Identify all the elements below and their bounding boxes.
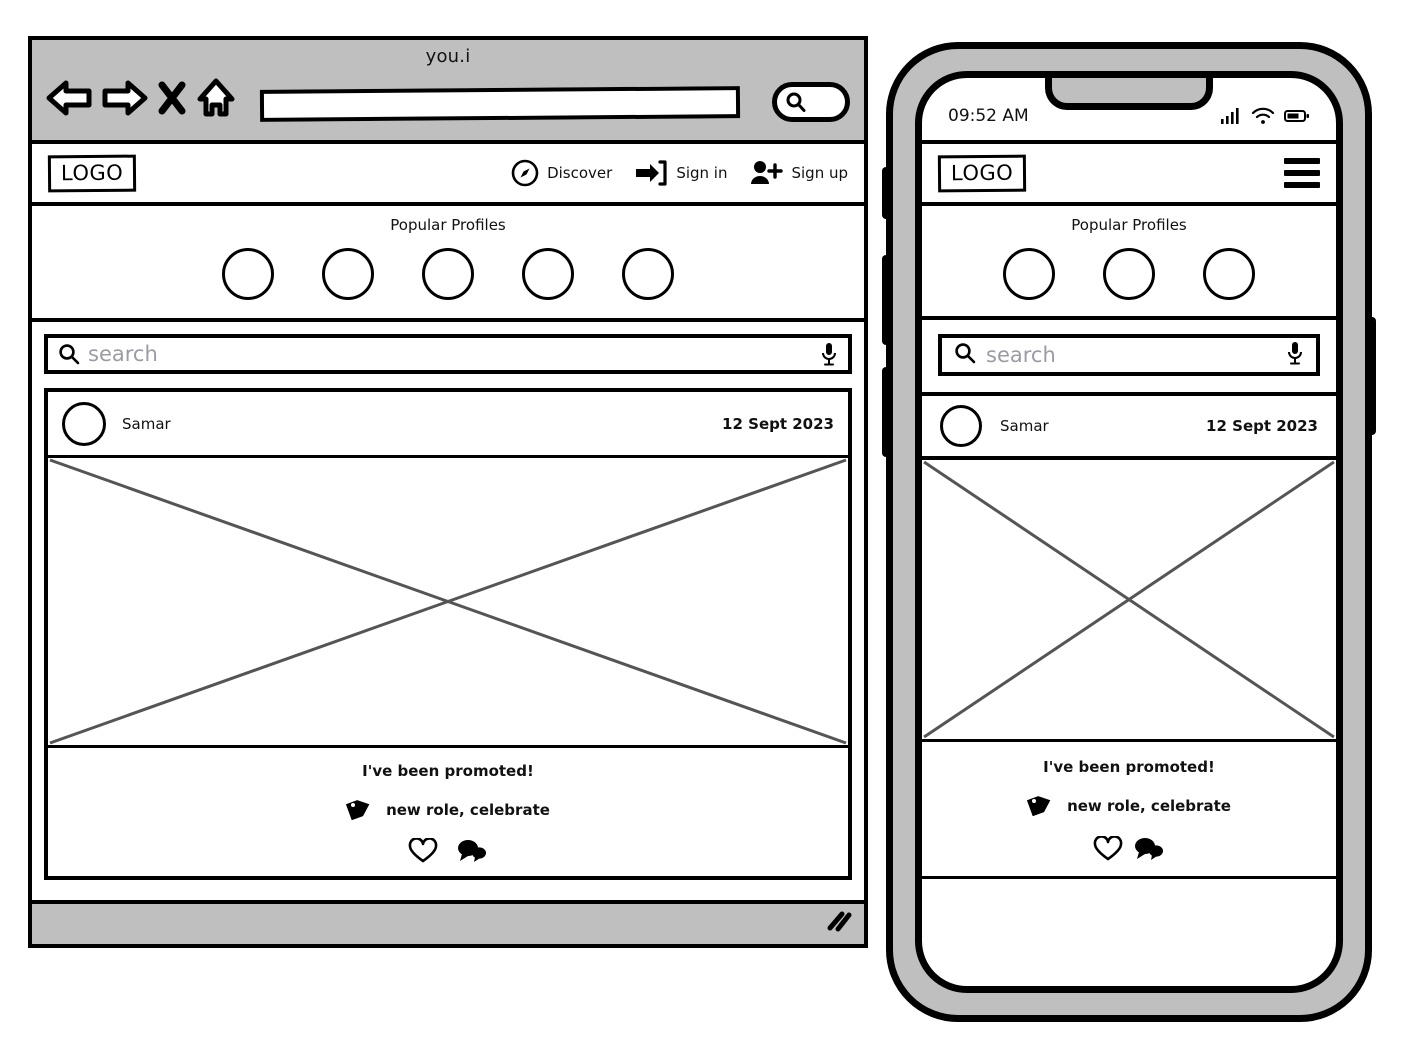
popular-profiles-title: Popular Profiles [1071,216,1187,234]
site-header: LOGO Discover Sign in Sign up [32,144,864,206]
mobile-screen: 09:52 AM LOGO Popular Profiles search Sa… [915,71,1343,993]
browser-footer [32,900,864,944]
resize-grip-icon[interactable] [824,908,854,938]
close-x-icon[interactable] [158,80,186,116]
wireframe-canvas: you.i LOGO Discover Sign in Sign up Popu… [0,0,1402,1064]
avatar[interactable] [1103,248,1155,300]
notch [1045,78,1213,110]
window-title: you.i [425,46,471,67]
search-placeholder: search [88,342,158,366]
mobile-header: LOGO [922,140,1336,206]
hamburger-menu-icon[interactable] [1284,158,1320,188]
post-tags: new role, celebrate [922,792,1336,820]
search-placeholder: search [986,343,1056,367]
avatar[interactable] [422,248,474,300]
go-search-button[interactable] [772,82,850,122]
avatar[interactable] [622,248,674,300]
mobile-device-frame: 09:52 AM LOGO Popular Profiles search Sa… [882,42,1376,1022]
logo[interactable]: LOGO [937,154,1027,192]
nav-label-sign-in: Sign in [676,164,728,182]
person-add-icon [749,159,784,187]
nav-label-sign-up: Sign up [791,164,848,182]
comment-bubbles-icon[interactable] [1133,836,1165,866]
post-tag-list: new role, celebrate [386,801,550,819]
back-arrow-icon[interactable] [46,79,92,117]
volume-up-button[interactable] [882,255,893,345]
post-header: Samar 12 Sept 2023 [48,392,848,458]
post-author: Samar [1000,417,1049,435]
compass-icon [511,159,539,187]
home-icon[interactable] [196,78,236,118]
post-body: I've been promoted! new role, celebrate [48,748,848,876]
post-caption: I've been promoted! [362,762,534,780]
volume-down-button[interactable] [882,367,893,457]
power-button[interactable] [1365,317,1376,435]
post-actions [922,835,1336,866]
wifi-icon [1251,107,1275,125]
comment-bubbles-icon[interactable] [456,838,488,864]
post-date: 12 Sept 2023 [1206,417,1318,435]
post-body: I've been promoted! new role, celebrate [922,742,1336,879]
popular-profiles-avatars [922,248,1336,300]
post-tags: new role, celebrate [48,796,848,824]
avatar[interactable] [222,248,274,300]
hamburger-bar [1284,158,1320,164]
hamburger-bar [1284,182,1320,188]
search-icon [58,343,80,365]
tag-icon [1026,792,1053,820]
logo[interactable]: LOGO [47,154,137,192]
avatar[interactable] [1203,248,1255,300]
browser-toolbar: you.i [32,40,864,144]
avatar[interactable] [940,405,982,447]
popular-profiles-title: Popular Profiles [390,216,506,234]
avatar[interactable] [1003,248,1055,300]
search-icon [785,91,807,113]
status-icons [1220,107,1310,125]
search-icon [954,342,976,368]
battery-icon [1284,108,1310,124]
heart-icon[interactable] [1093,835,1123,866]
mobile-popular-profiles-section: Popular Profiles [922,206,1336,320]
avatar[interactable] [322,248,374,300]
post-actions [48,838,848,864]
heart-icon[interactable] [408,838,438,864]
post-header: Samar 12 Sept 2023 [922,396,1336,460]
browser-nav-icons [46,78,236,118]
post-card: Samar 12 Sept 2023 I've been promoted! n… [44,388,852,880]
popular-profiles-section: Popular Profiles [32,206,864,322]
tag-icon [345,796,372,824]
search-section: search [32,322,864,374]
feed-section: Samar 12 Sept 2023 I've been promoted! n… [32,374,864,880]
post-image-placeholder [48,458,848,748]
avatar[interactable] [62,401,106,446]
post-tag-list: new role, celebrate [1067,797,1231,815]
post-image-placeholder [922,460,1336,742]
status-time: 09:52 AM [948,106,1029,126]
search-input[interactable]: search [44,334,852,374]
post-date: 12 Sept 2023 [722,414,834,433]
silent-switch[interactable] [882,167,893,219]
popular-profiles-avatars [32,248,864,300]
header-actions: Discover Sign in Sign up [511,159,848,187]
sign-in-arrow-icon [634,159,668,187]
search-input[interactable]: search [938,334,1320,376]
hamburger-bar [1284,170,1320,176]
nav-label-discover: Discover [547,164,613,182]
post-author: Samar [122,414,171,433]
address-bar[interactable] [259,86,741,122]
microphone-icon[interactable] [820,341,838,367]
desktop-browser-window: you.i LOGO Discover Sign in Sign up Popu… [28,36,868,948]
nav-item-sign-up[interactable]: Sign up [749,159,848,187]
nav-item-discover[interactable]: Discover [511,159,612,187]
mobile-search-section: search [922,320,1336,396]
cellular-signal-icon [1220,107,1242,125]
microphone-icon[interactable] [1286,340,1304,370]
forward-arrow-icon[interactable] [102,79,148,117]
avatar[interactable] [522,248,574,300]
nav-item-sign-in[interactable]: Sign in [634,159,727,187]
post-caption: I've been promoted! [1043,758,1215,776]
